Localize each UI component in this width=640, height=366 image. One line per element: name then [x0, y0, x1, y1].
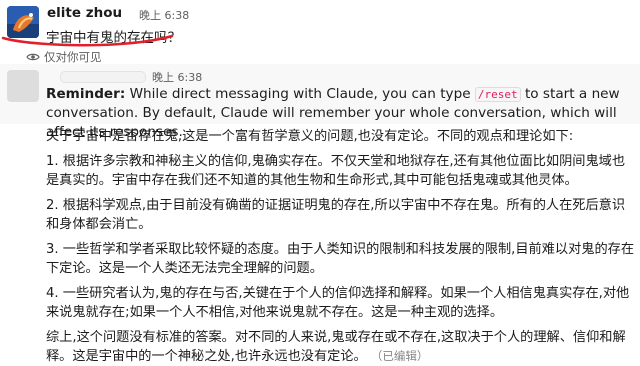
answer-point-1: 1. 根据许多宗教和神秘主义的信仰,鬼确实存在。不仅天堂和地狱存在,还有其他位面… — [46, 154, 626, 188]
answer-conclusion: 综上,这个问题没有标准的答案。对不同的人来说,鬼或存在或不存在,这取决于个人的理… — [46, 328, 636, 366]
answer-intro: 关于宇宙中是否存在鬼,这是一个富有哲学意义的问题,也没有定论。不同的观点和理论如… — [46, 129, 574, 144]
bot-avatar[interactable] — [7, 70, 39, 102]
reminder-text-before: While direct messaging with Claude, you … — [125, 86, 475, 102]
reset-command-code: /reset — [474, 87, 521, 102]
username[interactable]: elite zhou — [47, 5, 122, 21]
bot-name-redacted — [60, 71, 146, 83]
answer-point-3: 3. 一些哲学和学者采取比较怀疑的态度。由于人类知识的限制和科技发展的限制,目前… — [46, 242, 635, 276]
user-message: 宇宙中有鬼的存在吗？ — [46, 30, 181, 46]
visibility-note: 仅对你可见 — [44, 50, 102, 64]
bot-timestamp[interactable]: 晚上 6:38 — [152, 69, 202, 85]
answer-point-2: 2. 根据科学观点,由于目前没有确凿的证据证明鬼的存在,所以宇宙中不存在鬼。所有… — [46, 198, 626, 232]
message-timestamp[interactable]: 晚上 6:38 — [139, 7, 189, 23]
answer-point-4: 4. 一些研究者认为,鬼的存在与否,关键在于个人的信仰选择和解释。如果一个人相信… — [46, 286, 630, 320]
reminder-label: Reminder: — [46, 86, 126, 102]
answer-conclusion-text: 综上,这个问题没有标准的答案。对不同的人来说,鬼或存在或不存在,这取决于个人的理… — [46, 330, 626, 364]
edited-label: （已编辑） — [370, 349, 429, 363]
user-avatar[interactable] — [7, 6, 39, 38]
eye-icon — [26, 53, 40, 61]
